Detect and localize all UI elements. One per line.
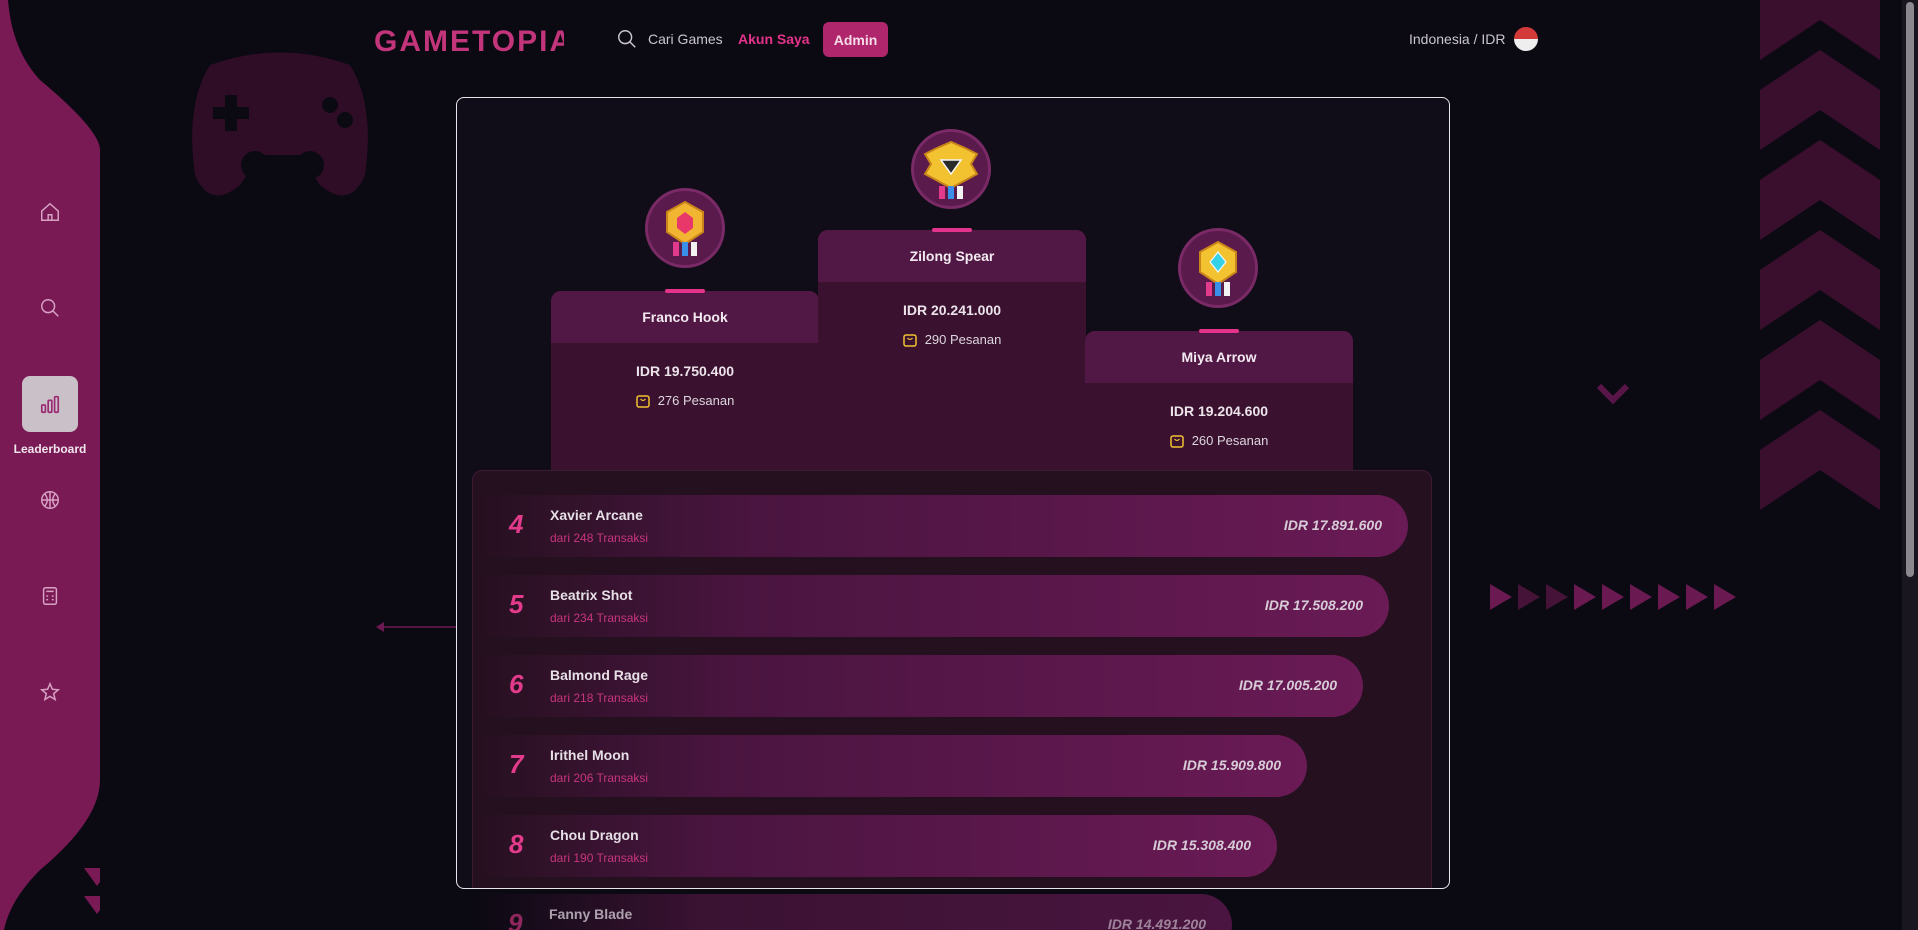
podium-name: Miya Arrow	[1085, 331, 1353, 383]
sidebar-item-search[interactable]	[22, 280, 78, 336]
podium-amount: IDR 19.750.400	[635, 363, 735, 379]
player-name: Beatrix Shot	[550, 587, 633, 603]
ranking-row[interactable]: 6 Balmond Rage dari 218 Transaksi IDR 17…	[473, 655, 1363, 717]
ranking-list: 4 Xavier Arcane dari 248 Transaksi IDR 1…	[472, 470, 1432, 888]
player-amount: IDR 17.891.600	[1283, 517, 1382, 533]
transaction-count: dari 206 Transaksi	[550, 771, 649, 785]
podium-second: Franco Hook IDR 19.750.400 276 Pesanan	[551, 291, 819, 491]
rank-number: 8	[509, 829, 524, 859]
podium-orders: 276 Pesanan	[551, 393, 819, 408]
ranking-row[interactable]: 4 Xavier Arcane dari 248 Transaksi IDR 1…	[473, 495, 1408, 557]
silver-medal-icon	[645, 188, 725, 268]
rank-number: 5	[509, 589, 524, 619]
sidebar-item-home[interactable]	[22, 184, 78, 240]
player-amount: IDR 17.508.200	[1264, 597, 1363, 613]
line-arrow-decoration	[376, 622, 464, 632]
scrollbar[interactable]	[1902, 0, 1918, 930]
player-name: Irithel Moon	[550, 747, 630, 763]
leaderboard-panel: Franco Hook IDR 19.750.400 276 Pesanan Z…	[456, 97, 1450, 889]
search-icon	[618, 30, 636, 48]
player-amount: IDR 17.005.200	[1238, 677, 1337, 693]
sidebar-item-leaderboard[interactable]	[22, 376, 78, 432]
sidebar-item-favorites[interactable]	[22, 664, 78, 720]
gold-medal-icon	[911, 129, 991, 209]
sidebar: Leaderboard	[0, 0, 100, 930]
locale-selector[interactable]: Indonesia / IDR	[1409, 27, 1538, 51]
bronze-medal-icon	[1178, 228, 1258, 308]
player-amount: IDR 14.491.200	[1107, 916, 1206, 930]
rank-number: 7	[509, 749, 524, 779]
podium-amount: IDR 19.204.600	[1169, 403, 1269, 419]
player-amount: IDR 15.909.800	[1182, 757, 1281, 773]
ranking-row[interactable]: 9 Fanny Blade IDR 14.491.200	[472, 894, 1232, 930]
transaction-count: dari 190 Transaksi	[550, 851, 649, 865]
indonesia-flag-icon	[1513, 27, 1538, 51]
ranking-row[interactable]: 8 Chou Dragon dari 190 Transaksi IDR 15.…	[473, 815, 1277, 877]
logo[interactable]: GAMETOPIA	[374, 22, 571, 61]
shopping-bag-icon	[902, 333, 917, 347]
search-label: Cari Games	[648, 31, 723, 47]
podium-name: Franco Hook	[551, 291, 819, 343]
podium-orders: 260 Pesanan	[1085, 433, 1353, 448]
rank-number: 4	[509, 509, 524, 539]
gamepad-decoration	[192, 52, 368, 196]
scrollbar-thumb[interactable]	[1906, 2, 1914, 577]
shopping-bag-icon	[635, 394, 650, 408]
calculator-icon	[42, 587, 58, 605]
home-icon	[41, 202, 59, 221]
transaction-count: dari 234 Transaksi	[550, 611, 649, 625]
search-games-button[interactable]: Cari Games	[616, 28, 723, 50]
podium-name: Zilong Spear	[818, 230, 1086, 282]
rank-number: 6	[509, 669, 524, 699]
admin-button[interactable]: Admin	[823, 22, 888, 57]
account-link[interactable]: Akun Saya	[738, 31, 810, 47]
player-name: Fanny Blade	[549, 906, 633, 922]
sidebar-item-basketball[interactable]	[22, 472, 78, 528]
search-icon	[41, 299, 59, 317]
player-name: Chou Dragon	[550, 827, 639, 843]
player-name: Balmond Rage	[550, 667, 649, 683]
transaction-count: dari 218 Transaksi	[550, 691, 649, 705]
podium-amount: IDR 20.241.000	[902, 302, 1002, 318]
transaction-count: dari 248 Transaksi	[550, 531, 649, 545]
sidebar-item-label: Leaderboard	[13, 442, 87, 456]
arrows-decoration	[1490, 584, 1736, 610]
svg-text:GAMETOPIA: GAMETOPIA	[374, 25, 564, 56]
sidebar-item-calculator[interactable]	[22, 568, 78, 624]
player-name: Xavier Arcane	[550, 507, 643, 523]
shopping-bag-icon	[1169, 434, 1184, 448]
leaderboard-icon	[40, 395, 60, 414]
player-amount: IDR 15.308.400	[1152, 837, 1251, 853]
ranking-row[interactable]: 5 Beatrix Shot dari 234 Transaksi IDR 17…	[473, 575, 1389, 637]
locale-label: Indonesia / IDR	[1409, 31, 1506, 47]
rank-number: 9	[508, 908, 523, 930]
heart-decoration	[1596, 383, 1630, 405]
podium-third: Miya Arrow IDR 19.204.600 260 Pesanan	[1085, 331, 1353, 491]
ranking-row[interactable]: 7 Irithel Moon dari 206 Transaksi IDR 15…	[473, 735, 1307, 797]
star-icon	[39, 681, 61, 702]
basketball-icon	[41, 491, 59, 509]
podium-first: Zilong Spear IDR 20.241.000 290 Pesanan	[818, 230, 1086, 490]
chevron-decoration	[1760, 0, 1880, 510]
podium-orders: 290 Pesanan	[818, 332, 1086, 347]
sidebar-background	[0, 0, 100, 930]
